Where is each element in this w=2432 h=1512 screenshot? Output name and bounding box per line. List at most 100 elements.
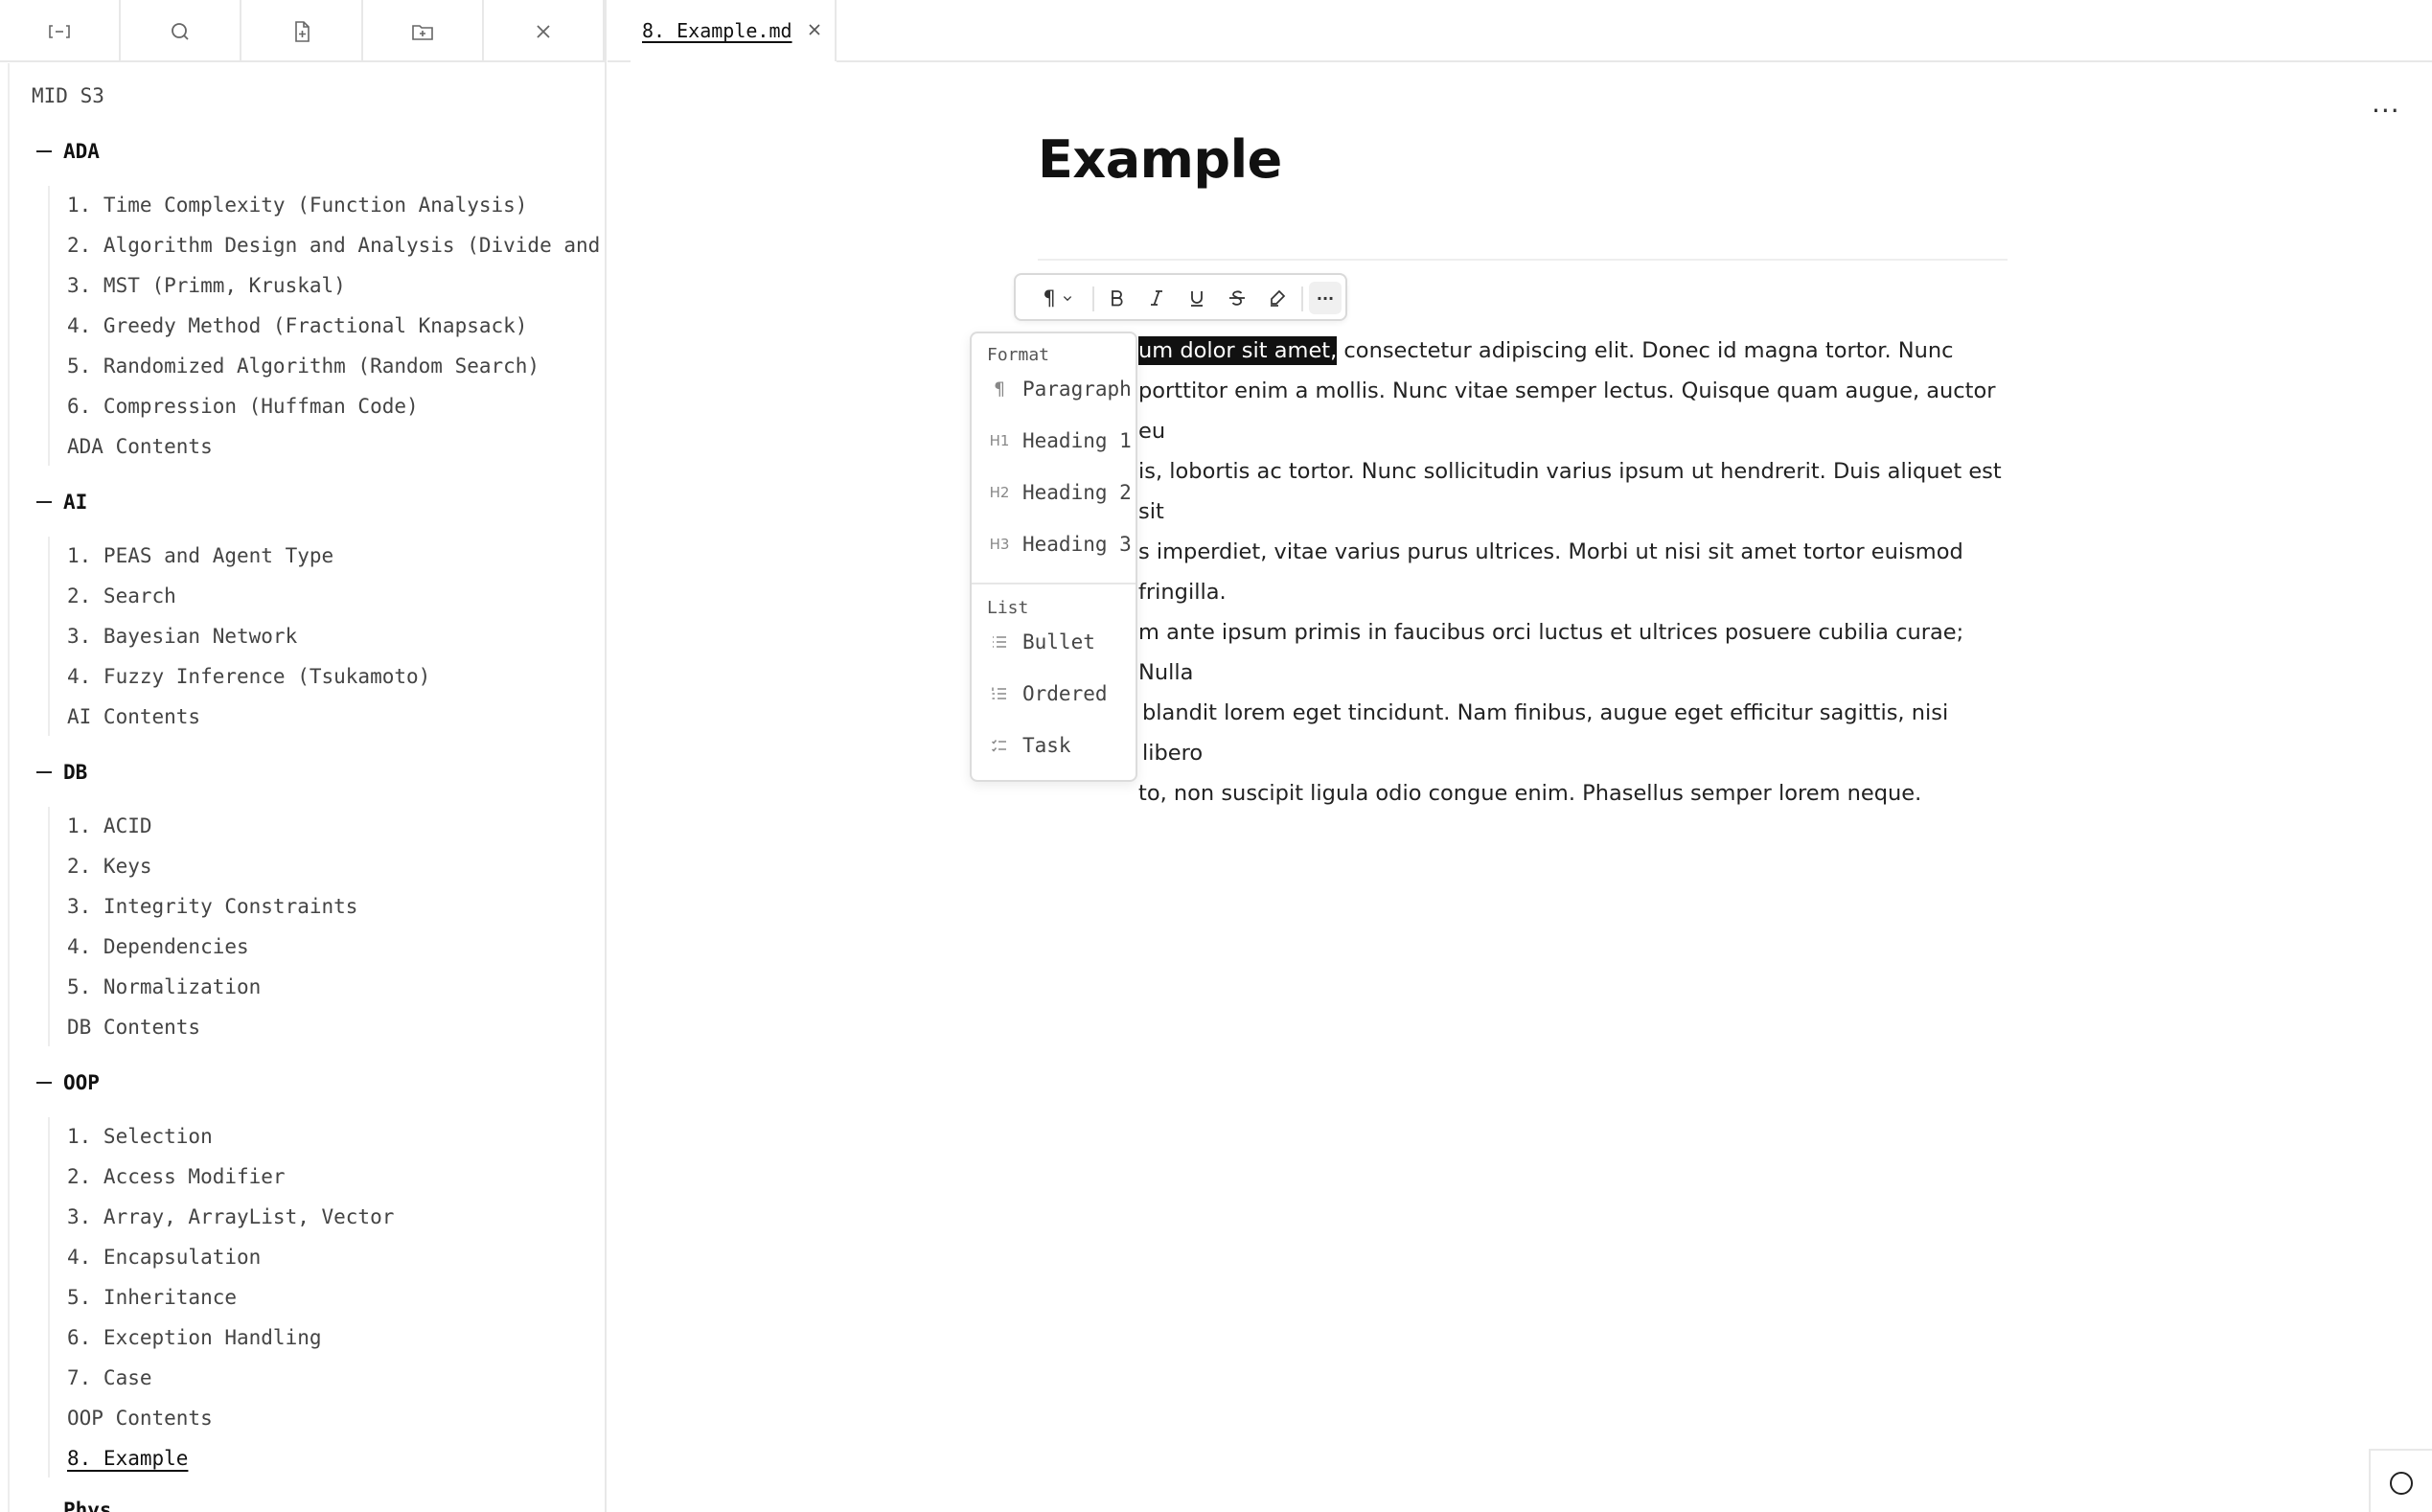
editor-body[interactable]: um dolor sit amet, consectetur adipiscin… xyxy=(1038,331,2010,813)
folder-phys[interactable]: Phys xyxy=(63,1499,112,1512)
file-explorer-sidebar: MID S3 ADA 1. Time Complexity (Function … xyxy=(0,0,607,1512)
file-item[interactable]: 3. Integrity Constraints xyxy=(67,895,357,918)
folder-oop-guide xyxy=(48,1117,50,1478)
menu-item-heading-1[interactable]: H1 Heading 1 xyxy=(972,418,1136,464)
bold-button[interactable] xyxy=(1104,286,1129,310)
close-icon xyxy=(537,24,550,38)
collapse-icon xyxy=(36,771,52,773)
file-item[interactable]: 6. Compression (Huffman Code) xyxy=(67,395,419,418)
tab-example-md[interactable]: 8. Example.md xyxy=(631,0,1443,63)
menu-item-bullet[interactable]: Bullet xyxy=(972,619,1136,665)
new-folder-icon xyxy=(411,24,433,40)
format-toolbar: ¶ ··· xyxy=(1014,273,1347,321)
folder-ai[interactable]: AI xyxy=(36,491,87,514)
highlighter-icon xyxy=(1271,289,1286,307)
heading-2-icon: H2 xyxy=(989,484,1010,501)
search-icon xyxy=(172,22,189,40)
sidebar-toggle-icon xyxy=(49,24,70,38)
file-item[interactable]: 5. Randomized Algorithm (Random Search) xyxy=(67,355,539,378)
search-button[interactable] xyxy=(121,0,242,62)
folder-ada[interactable]: ADA xyxy=(36,140,100,163)
file-item[interactable]: 3. Array, ArrayList, Vector xyxy=(67,1205,394,1228)
menu-item-ordered[interactable]: Ordered xyxy=(972,671,1136,717)
collapse-icon xyxy=(36,150,52,152)
menu-section-list: List xyxy=(987,598,1029,618)
folder-db[interactable]: DB xyxy=(36,761,87,784)
text-fragment: consectetur adipiscing elit. Donec id ma… xyxy=(1337,338,1954,363)
file-item[interactable]: 3. MST (Primm, Kruskal) xyxy=(67,274,346,297)
text-line-3: is, lobortis ac tortor. Nunc sollicitudi… xyxy=(1138,459,2002,524)
file-item[interactable]: 1. PEAS and Agent Type xyxy=(67,544,333,567)
file-item[interactable]: 1. Selection xyxy=(67,1125,213,1148)
italic-button[interactable] xyxy=(1144,286,1169,310)
file-item[interactable]: 4. Greedy Method (Fractional Knapsack) xyxy=(67,314,527,337)
underline-button[interactable] xyxy=(1184,286,1209,310)
folder-ai-guide xyxy=(48,537,50,736)
selected-text: um dolor sit amet, xyxy=(1138,336,1338,365)
folder-label: OOP xyxy=(63,1071,100,1094)
folder-label: AI xyxy=(63,491,88,514)
text-line-6: blandit lorem eget tincidunt. Nam finibu… xyxy=(1142,700,1949,766)
heading-3-icon: H3 xyxy=(989,536,1010,553)
text-line-2: porttitor enim a mollis. Nunc vitae semp… xyxy=(1138,378,1996,444)
menu-item-label: Bullet xyxy=(1022,630,1095,653)
menu-section-format: Format xyxy=(987,345,1050,365)
file-item[interactable]: ADA Contents xyxy=(67,435,213,458)
sidebar-toolbar xyxy=(0,0,605,62)
file-item[interactable]: 5. Normalization xyxy=(67,975,261,998)
file-item[interactable]: 5. Inheritance xyxy=(67,1286,237,1309)
file-item[interactable]: 6. Exception Handling xyxy=(67,1326,322,1349)
file-item[interactable]: 2. Access Modifier xyxy=(67,1165,286,1188)
toggle-sidebar-button[interactable] xyxy=(0,0,122,62)
folder-ada-guide xyxy=(48,186,50,466)
underline-icon xyxy=(1191,291,1203,307)
file-item[interactable]: 1. Time Complexity (Function Analysis) xyxy=(67,194,527,217)
menu-item-paragraph[interactable]: ¶ Paragraph xyxy=(972,366,1136,412)
file-item[interactable]: 2. Keys xyxy=(67,855,152,878)
close-sidebar-button[interactable] xyxy=(484,0,605,62)
file-item[interactable]: DB Contents xyxy=(67,1016,200,1039)
close-tab-icon[interactable] xyxy=(805,20,824,39)
menu-item-task[interactable]: Task xyxy=(972,722,1136,768)
chevron-down-icon xyxy=(1063,296,1071,302)
file-item[interactable]: 7. Case xyxy=(67,1366,152,1389)
highlight-button[interactable] xyxy=(1265,286,1290,310)
block-type-dropdown[interactable]: ¶ xyxy=(1035,286,1083,310)
file-item[interactable]: 2. Algorithm Design and Analysis (Divide… xyxy=(67,234,605,257)
folder-label: DB xyxy=(63,761,88,784)
more-format-options-button[interactable]: ··· xyxy=(1309,282,1342,314)
new-folder-button[interactable] xyxy=(363,0,484,62)
menu-item-label: Heading 2 xyxy=(1022,481,1132,504)
menu-divider xyxy=(972,583,1136,584)
folder-label: Phys xyxy=(63,1499,112,1512)
folder-oop[interactable]: OOP xyxy=(36,1071,100,1094)
circle-icon xyxy=(2390,1472,2413,1495)
folder-label: ADA xyxy=(63,140,100,163)
text-line-5: m ante ipsum primis in faucibus orci luc… xyxy=(1138,620,1964,685)
file-item[interactable]: 1. ACID xyxy=(67,814,152,837)
file-item[interactable]: 4. Fuzzy Inference (Tsukamoto) xyxy=(67,665,430,688)
menu-item-heading-3[interactable]: H3 Heading 3 xyxy=(972,521,1136,567)
menu-item-label: Task xyxy=(1022,734,1071,757)
file-item[interactable]: OOP Contents xyxy=(67,1407,213,1430)
menu-item-label: Heading 3 xyxy=(1022,533,1132,556)
file-item-active[interactable]: 8. Example xyxy=(67,1447,188,1470)
page-title: Example xyxy=(1038,129,1282,190)
file-item[interactable]: 4. Encapsulation xyxy=(67,1246,261,1269)
file-item[interactable]: 4. Dependencies xyxy=(67,935,249,958)
more-options-icon[interactable]: ··· xyxy=(2372,98,2400,130)
menu-item-label: Paragraph xyxy=(1022,378,1132,401)
new-note-button[interactable] xyxy=(241,0,363,62)
tab-active-indicator xyxy=(631,61,837,63)
file-item[interactable]: 3. Bayesian Network xyxy=(67,625,297,648)
status-widget[interactable] xyxy=(2369,1449,2432,1512)
menu-item-heading-2[interactable]: H2 Heading 2 xyxy=(972,470,1136,515)
tab-bar: 8. Example.md xyxy=(608,0,2432,63)
file-item[interactable]: AI Contents xyxy=(67,705,200,728)
tab-body: 8. Example.md xyxy=(631,0,837,63)
file-item[interactable]: 2. Search xyxy=(67,584,176,607)
title-divider xyxy=(1038,259,2008,261)
strikethrough-button[interactable] xyxy=(1225,286,1250,310)
folder-db-guide xyxy=(48,807,50,1046)
new-file-icon xyxy=(294,20,310,42)
